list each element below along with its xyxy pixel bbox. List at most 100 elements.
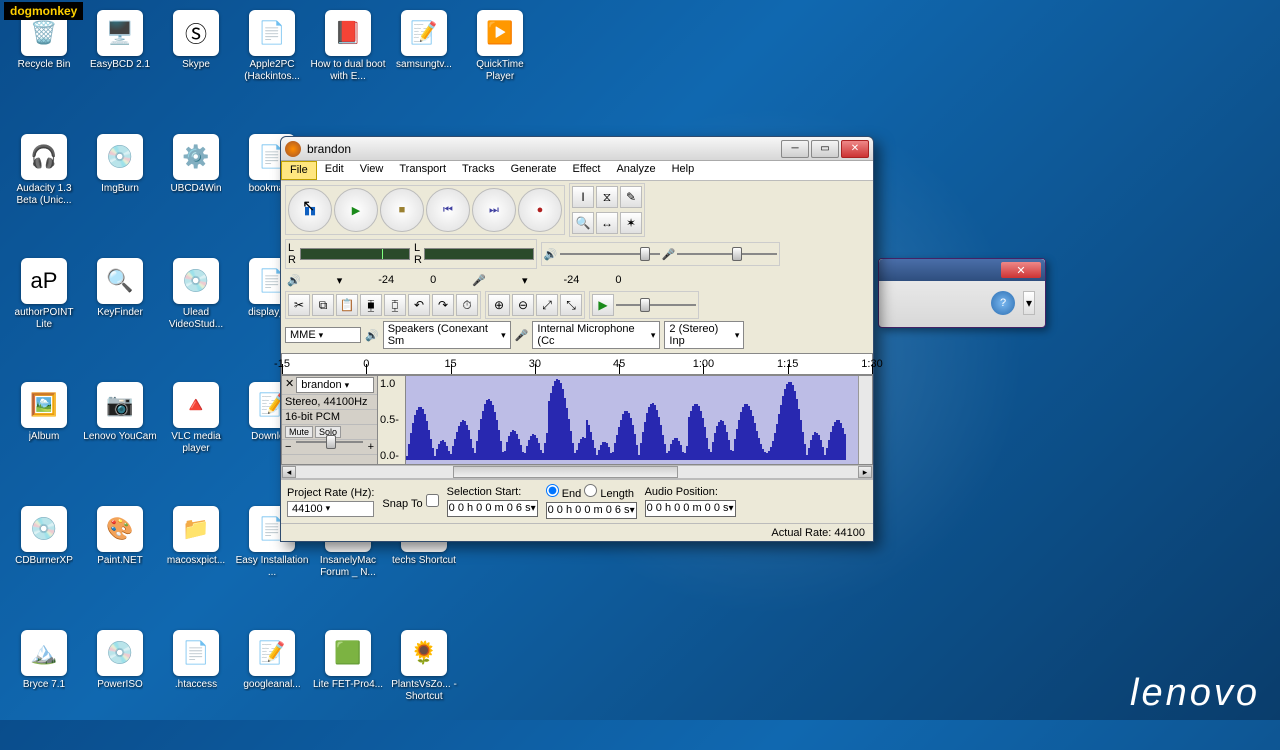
desktop-icon[interactable]: ⚙️UBCD4Win <box>158 134 234 254</box>
desktop-icon-glyph: 📄 <box>249 10 295 56</box>
meter-tick: -24 <box>564 274 580 286</box>
menu-item-transport[interactable]: Transport <box>391 161 454 180</box>
desktop-icon[interactable]: 📷Lenovo YouCam <box>82 382 158 502</box>
timeshift-tool-icon[interactable]: ↔ <box>596 212 618 234</box>
close-button[interactable]: ✕ <box>841 140 869 158</box>
input-device-dropdown[interactable]: Internal Microphone (Cc <box>532 321 660 349</box>
help-dropdown-icon[interactable]: ▾ <box>1023 291 1035 315</box>
record-button[interactable]: ● <box>518 188 562 232</box>
dialog-close-button[interactable]: ✕ <box>1001 262 1041 278</box>
length-radio[interactable] <box>584 484 597 497</box>
desktop-icon[interactable]: 💿ImgBurn <box>82 134 158 254</box>
desktop-icon[interactable]: 🎧Audacity 1.3 Beta (Unic... <box>6 134 82 254</box>
track-close-icon[interactable]: ✕ <box>285 377 294 393</box>
scroll-right-icon[interactable]: ▸ <box>858 466 872 478</box>
waveform-display[interactable] <box>406 376 858 464</box>
audio-host-dropdown[interactable]: MME <box>285 327 361 343</box>
playback-speed-slider[interactable] <box>616 296 696 314</box>
pause-button[interactable]: ▮▮ <box>288 188 332 232</box>
desktop-icon[interactable]: 📄 Apple2PC (Hackintos... <box>234 10 310 130</box>
desktop-icon[interactable]: 🌻PlantsVsZo... - Shortcut <box>386 630 462 750</box>
desktop-icon[interactable]: 💿PowerISO <box>82 630 158 750</box>
paste-icon[interactable]: 📋 <box>336 294 358 316</box>
sync-lock-icon[interactable]: ⏱ <box>456 294 478 316</box>
output-device-dropdown[interactable]: Speakers (Conexant Sm <box>383 321 511 349</box>
trim-icon[interactable]: ⧯ <box>360 294 382 316</box>
project-rate-dropdown[interactable]: 44100 <box>287 501 374 517</box>
snap-to-checkbox[interactable] <box>426 494 439 507</box>
play-button[interactable]: ▶ <box>334 188 378 232</box>
input-volume-slider[interactable] <box>677 245 777 263</box>
zoom-tool-icon[interactable]: 🔍 <box>572 212 594 234</box>
desktop-icon[interactable]: 🟩Lite FET-Pro4... <box>310 630 386 750</box>
end-radio[interactable] <box>546 484 559 497</box>
multi-tool-icon[interactable]: ✶ <box>620 212 642 234</box>
menu-item-analyze[interactable]: Analyze <box>608 161 663 180</box>
desktop-icon[interactable]: 🔺VLC media player <box>158 382 234 502</box>
selection-start-time[interactable]: 0 0 h 0 0 m 0 6 s▾ <box>447 500 538 517</box>
play-at-speed-icon[interactable]: ▶ <box>592 294 614 316</box>
desktop-icon[interactable]: 🏔️Bryce 7.1 <box>6 630 82 750</box>
gain-slider-plus: + <box>368 441 374 453</box>
desktop-icon[interactable]: 💿Ulead VideoStud... <box>158 258 234 378</box>
desktop-icon[interactable]: 📁macosxpict... <box>158 506 234 626</box>
desktop-icon[interactable]: 📄.htaccess <box>158 630 234 750</box>
skip-end-button[interactable]: ⏭ <box>472 188 516 232</box>
output-volume-slider[interactable] <box>560 245 660 263</box>
menu-item-help[interactable]: Help <box>664 161 703 180</box>
copy-icon[interactable]: ⧉ <box>312 294 334 316</box>
horizontal-scrollbar[interactable]: ◂ ▸ <box>281 465 873 479</box>
desktop-icon[interactable]: aPauthorPOINT Lite <box>6 258 82 378</box>
fit-selection-icon[interactable]: ⤢ <box>536 294 558 316</box>
desktop-icon[interactable]: 🔍KeyFinder <box>82 258 158 378</box>
redo-icon[interactable]: ↷ <box>432 294 454 316</box>
mute-button[interactable]: Mute <box>285 426 313 438</box>
undo-icon[interactable]: ↶ <box>408 294 430 316</box>
maximize-button[interactable]: ▭ <box>811 140 839 158</box>
vertical-scrollbar[interactable] <box>858 376 872 464</box>
cut-icon[interactable]: ✂ <box>288 294 310 316</box>
project-rate-value: 44100 <box>292 503 323 515</box>
desktop-icon-label: UBCD4Win <box>170 183 221 195</box>
desktop-icon[interactable]: ⓈSkype <box>158 10 234 130</box>
dropdown-icon[interactable]: ▾ <box>522 274 528 287</box>
zoom-out-icon[interactable]: ⊖ <box>512 294 534 316</box>
selection-end-time[interactable]: 0 0 h 0 0 m 0 6 s▾ <box>546 502 637 519</box>
skip-start-button[interactable]: ⏮ <box>426 188 470 232</box>
menu-item-tracks[interactable]: Tracks <box>454 161 503 180</box>
desktop-icon-label: googleanal... <box>243 679 300 691</box>
menu-item-view[interactable]: View <box>352 161 392 180</box>
envelope-tool-icon[interactable]: ⧖ <box>596 186 618 208</box>
desktop-icon[interactable]: 📝googleanal... <box>234 630 310 750</box>
menu-item-edit[interactable]: Edit <box>317 161 352 180</box>
desktop-icon[interactable]: 🖼️jAlbum <box>6 382 82 502</box>
desktop-icon[interactable]: 📕How to dual boot with E... <box>310 10 386 130</box>
zoom-in-icon[interactable]: ⊕ <box>488 294 510 316</box>
desktop-icon[interactable]: ▶️QuickTime Player <box>462 10 538 130</box>
minimize-button[interactable]: ─ <box>781 140 809 158</box>
input-channels-dropdown[interactable]: 2 (Stereo) Inp <box>664 321 744 349</box>
menu-item-generate[interactable]: Generate <box>503 161 565 180</box>
timeline-ruler[interactable]: -1501530451:001:151:30 <box>281 353 873 375</box>
desktop-icon-label: Apple2PC (Hackintos... <box>234 59 310 83</box>
menu-item-file[interactable]: File <box>281 161 317 180</box>
stop-button[interactable]: ■ <box>380 188 424 232</box>
desktop-icon[interactable]: 🎨Paint.NET <box>82 506 158 626</box>
track-name-dropdown[interactable]: brandon <box>296 377 374 393</box>
window-titlebar[interactable]: brandon ─ ▭ ✕ <box>281 137 873 161</box>
draw-tool-icon[interactable]: ✎ <box>620 186 642 208</box>
silence-icon[interactable]: ⧮ <box>384 294 406 316</box>
desktop-icon[interactable]: 📝samsungtv... <box>386 10 462 130</box>
selection-tool-icon[interactable]: I <box>572 186 594 208</box>
dropdown-icon[interactable]: ▾ <box>337 274 343 287</box>
desktop-icon[interactable]: 🖥️EasyBCD 2.1 <box>82 10 158 130</box>
desktop-icon[interactable]: 💿CDBurnerXP <box>6 506 82 626</box>
desktop-icon[interactable]: 🗑️Recycle Bin <box>6 10 82 130</box>
desktop-icon-label: Skype <box>182 59 210 71</box>
help-icon[interactable]: ? <box>991 291 1015 315</box>
fit-project-icon[interactable]: ⤡ <box>560 294 582 316</box>
audio-position-time[interactable]: 0 0 h 0 0 m 0 0 s▾ <box>645 500 736 517</box>
vscale-tick: 1.0 <box>380 378 403 390</box>
scroll-left-icon[interactable]: ◂ <box>282 466 296 478</box>
menu-item-effect[interactable]: Effect <box>565 161 609 180</box>
